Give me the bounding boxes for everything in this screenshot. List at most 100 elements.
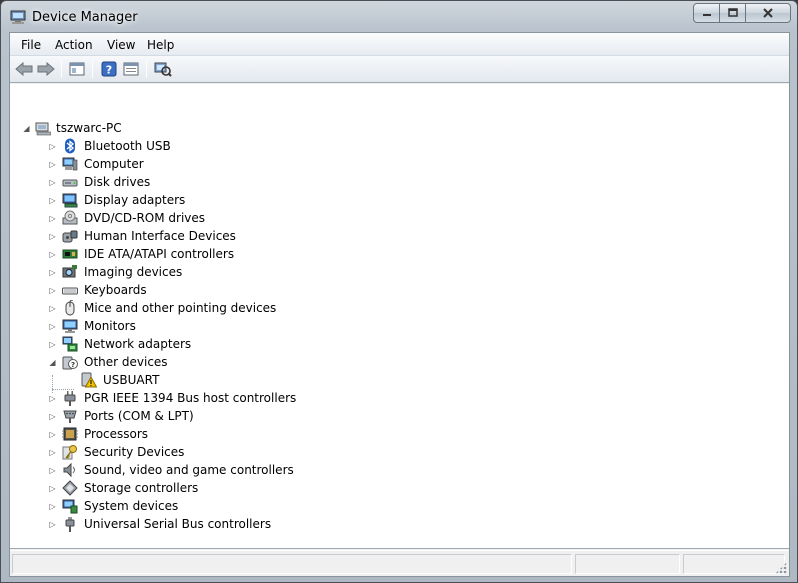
tree-node-label: Imaging devices	[84, 265, 183, 279]
svg-text:?: ?	[71, 361, 75, 369]
expand-arrow-icon[interactable]: ▷	[48, 304, 57, 313]
tree-node-category[interactable]: ▷ Display adapters	[10, 191, 410, 209]
expand-arrow-icon[interactable]: ▷	[48, 430, 57, 439]
menu-file[interactable]: File	[21, 38, 41, 52]
port-icon	[63, 410, 77, 423]
expand-arrow-icon[interactable]: ▷	[48, 484, 57, 493]
tree-node-category[interactable]: ▷ Monitors	[10, 317, 410, 335]
tree-node-label: Security Devices	[84, 445, 185, 459]
expand-arrow-icon[interactable]: ▷	[48, 178, 57, 187]
expand-arrow-icon[interactable]: ▷	[48, 502, 57, 511]
maximize-icon	[727, 8, 738, 17]
show-hide-console-tree-button[interactable]	[67, 60, 87, 78]
tree-node-category[interactable]: ◢? Other devices	[10, 353, 410, 371]
device-tree[interactable]: ◢ tszwarc-PC ▷ Bluetooth USB ▷ Computer ▷ Dis…	[10, 84, 789, 549]
tree-root-node[interactable]: ◢ tszwarc-PC	[10, 119, 310, 137]
close-button[interactable]	[745, 3, 791, 23]
help-button[interactable]: ?	[99, 60, 119, 78]
usb-icon	[65, 517, 75, 532]
tree-node-category[interactable]: ▷ Universal Serial Bus controllers	[10, 515, 410, 533]
ide-controller-icon	[62, 249, 78, 259]
scan-hardware-changes-button[interactable]	[153, 60, 173, 78]
expand-arrow-icon[interactable]: ▷	[48, 322, 57, 331]
tree-node-category[interactable]: ▷ Bluetooth USB	[10, 137, 410, 155]
tree-node-category[interactable]: ▷ Storage controllers	[10, 479, 410, 497]
title-bar[interactable]: Device Manager	[1, 1, 797, 33]
forward-button[interactable]	[36, 60, 56, 78]
menu-action[interactable]: Action	[55, 38, 93, 52]
tree-node-label: Network adapters	[84, 337, 192, 351]
toolbar: ?	[10, 56, 789, 83]
expand-arrow-icon[interactable]: ▷	[48, 466, 57, 475]
expand-arrow-icon[interactable]: ▷	[48, 520, 57, 529]
computer-icon	[35, 122, 51, 136]
back-button[interactable]	[14, 60, 34, 78]
tree-node-category[interactable]: ▷ Security Devices	[10, 443, 410, 461]
tree-node-category[interactable]: ▷ IDE ATA/ATAPI controllers	[10, 245, 410, 263]
tree-node-category[interactable]: ▷ DVD/CD-ROM drives	[10, 209, 410, 227]
expand-arrow-icon[interactable]: ▷	[48, 250, 57, 259]
expand-arrow-icon[interactable]: ▷	[48, 196, 57, 205]
tree-node-category[interactable]: ▷ System devices	[10, 497, 410, 515]
disk-drive-icon	[62, 179, 78, 187]
expand-arrow-icon[interactable]: ▷	[48, 268, 57, 277]
tree-node-category[interactable]: ▷ Processors	[10, 425, 410, 443]
expand-arrow-icon[interactable]: ▷	[48, 160, 57, 169]
maximize-button[interactable]	[719, 3, 746, 23]
tree-node-label: IDE ATA/ATAPI controllers	[84, 247, 235, 261]
camera-icon	[62, 265, 77, 278]
tree-node-label: Monitors	[84, 319, 136, 333]
dvd-drive-icon	[62, 210, 78, 225]
minimize-button[interactable]	[693, 3, 720, 23]
tree-node-category[interactable]: ▷ Ports (COM & LPT)	[10, 407, 410, 425]
tree-node-category[interactable]: ▷ Network adapters	[10, 335, 410, 353]
device-manager-icon	[10, 10, 26, 24]
mouse-icon	[65, 300, 75, 316]
expand-arrow-icon[interactable]: ▷	[48, 340, 57, 349]
expand-arrow-icon[interactable]: ▷	[48, 412, 57, 421]
expand-arrow-icon[interactable]: ▷	[48, 142, 57, 151]
tree-node-category[interactable]: ▷ Sound, video and game controllers	[10, 461, 410, 479]
computer-icon	[62, 157, 78, 171]
warning-device-icon	[81, 372, 97, 388]
properties-icon	[123, 62, 139, 76]
tree-node-label: Processors	[84, 427, 149, 441]
collapse-arrow-icon[interactable]: ◢	[48, 358, 57, 367]
tree-node-category[interactable]: ▷ Keyboards	[10, 281, 410, 299]
menu-bar: File Action View Help	[10, 33, 789, 56]
network-adapter-icon	[62, 336, 78, 352]
tree-node-category[interactable]: ▷ Human Interface Devices	[10, 227, 410, 245]
tree-node-label: Keyboards	[84, 283, 147, 297]
tree-node-category[interactable]: ▷ Computer	[10, 155, 410, 173]
client-area: File Action View Help ? ◢ tszwarc-PC ▷ B…	[9, 32, 790, 577]
tree-node-device[interactable]: USBUART	[10, 371, 410, 389]
expand-arrow-icon[interactable]: ▷	[48, 232, 57, 241]
tree-node-label: Storage controllers	[84, 481, 199, 495]
status-pane-tertiary	[683, 554, 785, 574]
tree-node-label: USBUART	[103, 373, 160, 387]
menu-view[interactable]: View	[107, 38, 135, 52]
tree-node-label: Human Interface Devices	[84, 229, 236, 243]
tree-node-category[interactable]: ▷ Disk drives	[10, 173, 410, 191]
status-pane-secondary	[575, 554, 680, 574]
caption-buttons	[693, 3, 791, 23]
tree-node-label: PGR IEEE 1394 Bus host controllers	[84, 391, 297, 405]
expand-arrow-icon[interactable]: ▷	[48, 448, 57, 457]
expand-arrow-icon[interactable]: ▷	[48, 286, 57, 295]
device-manager-window: Device Manager File Action View Help ? ◢…	[0, 0, 798, 583]
tree-node-category[interactable]: ▷ Mice and other pointing devices	[10, 299, 410, 317]
speaker-icon	[63, 462, 75, 478]
expand-arrow-icon[interactable]: ▷	[48, 394, 57, 403]
key-icon	[62, 445, 77, 460]
tree-node-category[interactable]: ▷ Imaging devices	[10, 263, 410, 281]
plug-icon	[64, 391, 76, 406]
expand-arrow-icon[interactable]: ▷	[48, 214, 57, 223]
status-pane-main	[12, 554, 572, 574]
menu-help[interactable]: Help	[147, 38, 174, 52]
properties-button[interactable]	[121, 60, 141, 78]
root-label: tszwarc-PC	[56, 121, 122, 135]
collapse-arrow-icon[interactable]: ◢	[22, 124, 31, 133]
tree-node-category[interactable]: ▷ PGR IEEE 1394 Bus host controllers	[10, 389, 410, 407]
tree-node-label: System devices	[84, 499, 179, 513]
tree-node-label: Bluetooth USB	[84, 139, 171, 153]
